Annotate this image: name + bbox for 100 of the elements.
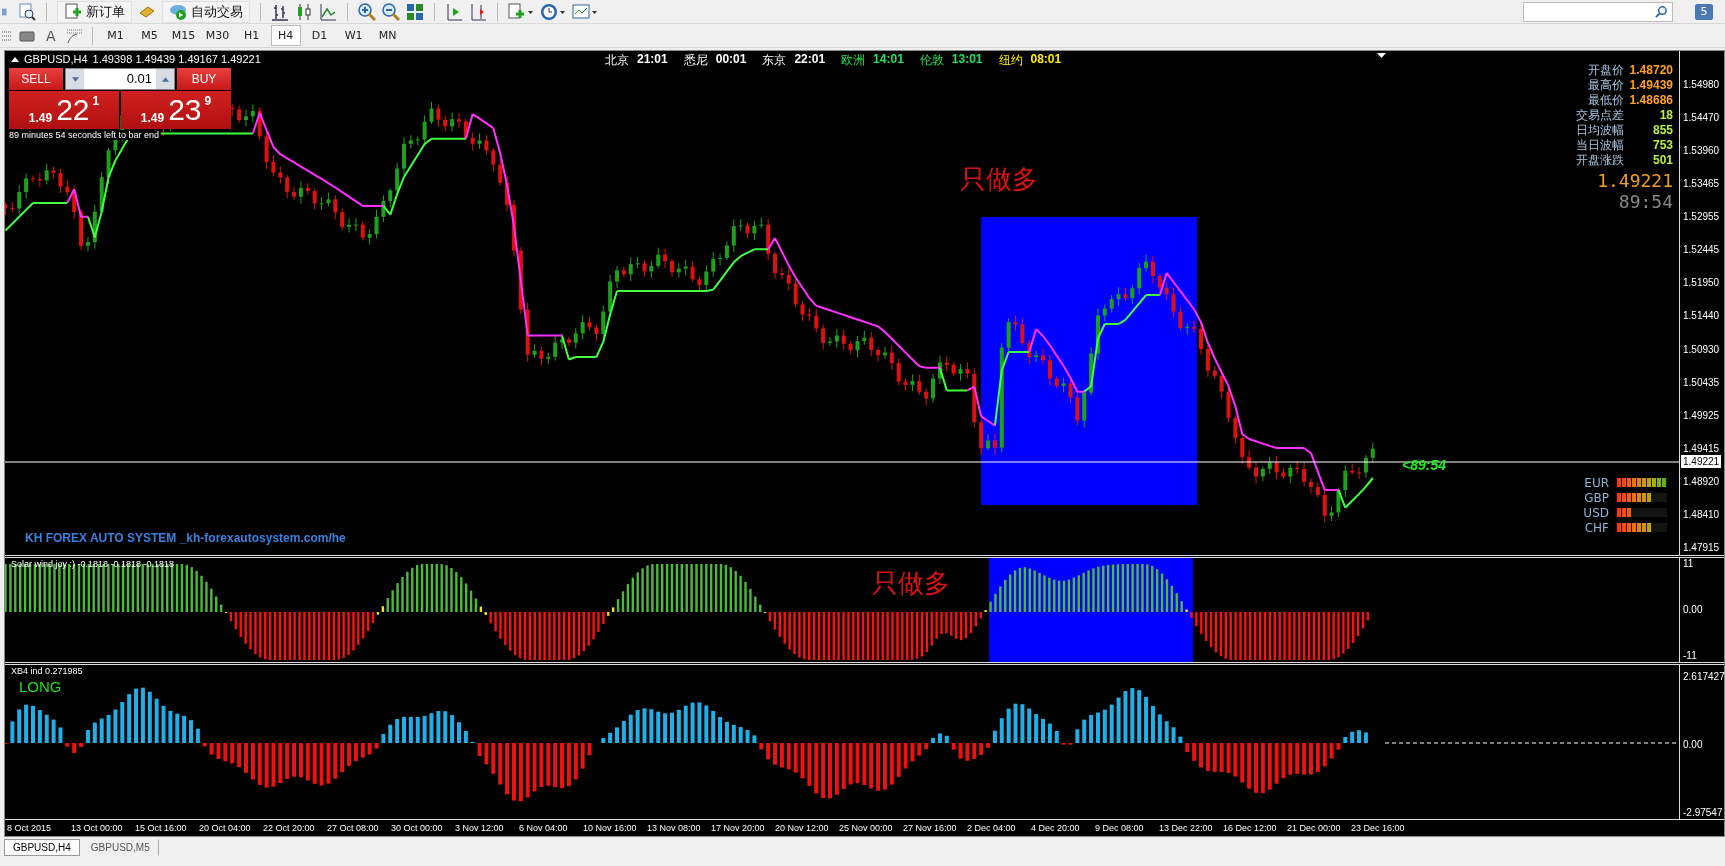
price-axis-label: 1.50435 bbox=[1682, 376, 1721, 389]
bar-timer: 89:54 bbox=[1618, 192, 1673, 212]
search-field[interactable] bbox=[1523, 1, 1673, 22]
lot-increase-button[interactable] bbox=[156, 69, 174, 89]
timeframe-button[interactable]: D1 bbox=[304, 25, 335, 46]
session-time: 21:01 bbox=[637, 52, 668, 68]
bar-chart-icon[interactable] bbox=[271, 2, 289, 21]
timeframe-button[interactable]: M5 bbox=[134, 25, 165, 46]
stat-label: 交易点差 bbox=[1575, 108, 1624, 123]
session-city: 纽约 bbox=[998, 52, 1023, 69]
stat-value: 1.48720 bbox=[1629, 63, 1673, 78]
indicator-title: Solar wind joy :) -0.1818 -0.1818 -0.1818 bbox=[11, 559, 175, 569]
timeframe-button[interactable]: MN bbox=[372, 25, 403, 46]
lot-size-field[interactable]: 0.01 bbox=[65, 68, 175, 90]
signal-label: LONG bbox=[19, 678, 62, 695]
auto-scroll-icon[interactable] bbox=[445, 2, 463, 21]
stat-value: 753 bbox=[1651, 138, 1673, 153]
zoom-out-icon[interactable] bbox=[382, 2, 400, 21]
session-city: 欧洲 bbox=[841, 52, 866, 69]
annotation-text: 只做多 bbox=[872, 568, 950, 598]
auto-trading-button[interactable]: 自动交易 bbox=[162, 0, 250, 23]
text-tool[interactable]: A bbox=[40, 27, 62, 44]
timeframe-button[interactable]: M1 bbox=[100, 25, 131, 46]
price-axis-label: 1.51950 bbox=[1682, 277, 1721, 290]
time-axis-label: 13 Dec 22:00 bbox=[1159, 823, 1214, 833]
stat-value: 501 bbox=[1651, 153, 1673, 168]
time-axis-label: 30 Oct 00:00 bbox=[391, 823, 444, 833]
lot-decrease-button[interactable] bbox=[66, 69, 84, 89]
time-axis-label: 20 Oct 04:00 bbox=[199, 823, 252, 833]
indicator-axis-label: 2.617427 bbox=[1683, 671, 1725, 683]
indicator-axis-label: 0.00 bbox=[1683, 739, 1704, 751]
stat-value: 18 bbox=[1658, 108, 1673, 123]
line-chart-icon[interactable] bbox=[319, 2, 337, 21]
price-axis-label: 1.52445 bbox=[1682, 244, 1721, 257]
timeframe-button[interactable]: M15 bbox=[168, 25, 199, 46]
new-order-button[interactable]: 新订单 bbox=[57, 0, 132, 23]
session-time: 08:01 bbox=[1030, 52, 1062, 68]
time-axis-label: 4 Dec 20:00 bbox=[1031, 823, 1081, 833]
time-axis-label: 8 Oct 2015 bbox=[7, 823, 53, 833]
add-indicator-icon[interactable] bbox=[508, 2, 534, 21]
timeframe-button[interactable]: W1 bbox=[338, 25, 369, 46]
collapse-arrow-icon[interactable] bbox=[11, 56, 19, 62]
chart-tab[interactable]: GBPUSD,H4 bbox=[4, 839, 80, 856]
time-axis-label: 27 Oct 08:00 bbox=[327, 823, 380, 833]
price-axis-label: 1.54470 bbox=[1682, 112, 1721, 125]
session-city: 北京 bbox=[605, 52, 629, 69]
indicator-axis-label: 0.00 bbox=[1683, 604, 1704, 616]
stat-label: 最高价 bbox=[1586, 78, 1624, 93]
time-axis-label: 13 Nov 08:00 bbox=[647, 823, 702, 833]
fibonacci-icon[interactable] bbox=[65, 26, 84, 45]
time-axis-label: 20 Nov 12:00 bbox=[775, 823, 830, 833]
candlestick-icon[interactable] bbox=[295, 2, 313, 21]
price-axis-label: 1.52955 bbox=[1682, 211, 1721, 224]
indicator-title: XB4 ind 0.271985 bbox=[11, 666, 83, 676]
last-price: 1.49221 bbox=[1597, 170, 1673, 192]
currency-label: GBP bbox=[1583, 490, 1609, 505]
session-city: 东京 bbox=[762, 52, 787, 69]
buy-button[interactable]: BUY bbox=[177, 68, 231, 90]
indicator-axis-label: 11 bbox=[1683, 558, 1695, 570]
tile-windows-icon[interactable] bbox=[406, 2, 424, 21]
notification-badge[interactable]: 5 bbox=[1695, 3, 1713, 20]
stat-value: 855 bbox=[1651, 123, 1673, 138]
chart-tab[interactable]: GBPUSD,M5 bbox=[81, 839, 159, 856]
time-axis-label: 21 Dec 00:00 bbox=[1287, 823, 1342, 833]
time-axis-label: 2 Dec 04:00 bbox=[967, 823, 1017, 833]
search-icon[interactable] bbox=[1655, 5, 1668, 18]
currency-label: CHF bbox=[1583, 520, 1609, 535]
bar-countdown: 89 minutes 54 seconds left to bar end bbox=[9, 130, 162, 140]
time-axis-label: 6 Nov 04:00 bbox=[519, 823, 569, 833]
session-city: 悉尼 bbox=[683, 52, 708, 69]
time-axis-label: 15 Oct 16:00 bbox=[135, 823, 188, 833]
timer-label: <89:54 bbox=[1402, 457, 1446, 473]
magnifier-icon[interactable] bbox=[18, 2, 36, 21]
down-arrow-icon bbox=[71, 76, 79, 82]
session-time: 22:01 bbox=[794, 52, 826, 68]
price-axis-label: 1.53960 bbox=[1682, 145, 1721, 158]
price-axis-label: 1.51440 bbox=[1682, 310, 1721, 323]
price-axis-label: 1.48920 bbox=[1682, 475, 1721, 488]
timeframe-button[interactable]: H1 bbox=[236, 25, 267, 46]
chart-shift-icon[interactable] bbox=[469, 2, 487, 21]
price-axis-label: 1.48410 bbox=[1682, 508, 1721, 521]
zoom-in-icon[interactable] bbox=[358, 2, 376, 21]
template-icon[interactable] bbox=[572, 2, 598, 21]
price-axis-label: 1.47915 bbox=[1682, 541, 1721, 554]
time-axis-label: 27 Nov 16:00 bbox=[903, 823, 958, 833]
document-plus-icon bbox=[64, 2, 82, 21]
price-axis-label: 1.54980 bbox=[1682, 79, 1721, 91]
time-axis-label: 17 Nov 20:00 bbox=[711, 823, 766, 833]
timeframe-button[interactable]: M30 bbox=[202, 25, 233, 46]
annotation-text: 只做多 bbox=[960, 164, 1038, 194]
clock-icon[interactable] bbox=[540, 2, 566, 21]
price-axis-label: 1.50930 bbox=[1682, 343, 1721, 356]
timeframe-button[interactable]: H4 bbox=[270, 25, 301, 46]
sell-button[interactable]: SELL bbox=[9, 68, 63, 90]
shift-marker-icon bbox=[1377, 53, 1386, 58]
stat-label: 最低价 bbox=[1586, 93, 1624, 108]
time-axis-label: 9 Dec 08:00 bbox=[1095, 823, 1145, 833]
current-price-tag: 1.49221 bbox=[1681, 455, 1722, 468]
stat-value: 1.48686 bbox=[1629, 93, 1673, 108]
currency-label: USD bbox=[1582, 505, 1609, 520]
